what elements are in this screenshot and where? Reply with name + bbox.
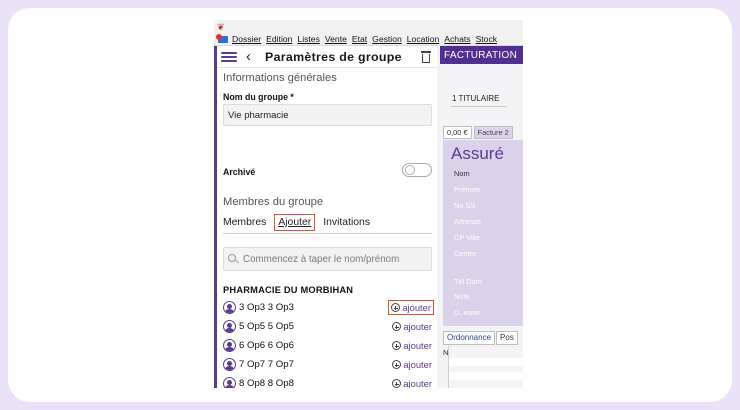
page-background: ❦ Dossier Edition Listes Vente Etat Gest… [0, 0, 740, 410]
menu-edition[interactable]: Edition [266, 34, 292, 44]
menu-vente[interactable]: Vente [325, 34, 347, 44]
insured-title: Assuré [451, 144, 504, 163]
member-row: 8 Op8 8 Op8 ajouter [223, 374, 434, 388]
hamburger-menu-icon[interactable] [221, 50, 237, 64]
add-member-label: ajouter [403, 378, 432, 388]
plus-circle-icon [391, 303, 401, 312]
member-search-box [223, 247, 432, 271]
add-member-button[interactable]: ajouter [390, 319, 434, 334]
member-search-input[interactable] [243, 253, 423, 265]
tab-invoice-amount[interactable]: 0,00 € [443, 126, 472, 139]
add-member-button[interactable]: ajouter [390, 338, 434, 353]
add-member-button[interactable]: ajouter [388, 300, 434, 315]
member-name: 3 Op3 3 Op3 [239, 302, 294, 313]
add-member-label: ajouter [403, 340, 432, 351]
plus-circle-icon [392, 341, 402, 350]
menu-dossier[interactable]: Dossier [232, 34, 261, 44]
panel-header: ‹ Paramètres de groupe [217, 46, 437, 68]
menu-etat[interactable]: Etat [352, 34, 367, 44]
prescription-tabs: Ordonnance Pos [443, 331, 523, 345]
member-row: 7 Op7 7 Op7 ajouter [223, 355, 434, 374]
add-member-label: ajouter [403, 359, 432, 370]
field-note: Note [454, 292, 470, 301]
grid-row [449, 372, 523, 380]
member-row: 5 Op5 5 Op5 ajouter [223, 317, 434, 336]
field-no-ss: No SS [454, 201, 476, 210]
plus-circle-icon [392, 360, 402, 369]
tab-invitations[interactable]: Invitations [320, 215, 373, 230]
member-name: 7 Op7 7 Op7 [239, 359, 294, 370]
user-avatar-icon [223, 377, 236, 388]
archived-label: Archivé [223, 167, 256, 177]
menu-location[interactable]: Location [407, 34, 440, 44]
plus-circle-icon [392, 379, 402, 388]
invoice-tabs: 0,00 € Facture 2 [443, 126, 523, 139]
members-section-title: Membres du groupe [223, 196, 324, 208]
group-settings-panel: ‹ Paramètres de groupe Informations géné… [214, 46, 437, 388]
grid-divider [448, 346, 449, 388]
field-date-visite: D. visite [454, 308, 481, 317]
app-screenshot: ❦ Dossier Edition Listes Vente Etat Gest… [214, 20, 523, 388]
field-centre: Centre [454, 249, 477, 258]
user-avatar-icon [223, 320, 236, 333]
add-member-label: ajouter [402, 302, 431, 313]
back-arrow-icon[interactable]: ‹ [246, 48, 251, 65]
app-menu-bar: ❦ Dossier Edition Listes Vente Etat Gest… [214, 20, 523, 46]
field-tel-dom: Tél Dom [454, 277, 482, 286]
archived-toggle[interactable] [402, 163, 432, 177]
group-name-input[interactable]: Vie pharmacie [223, 104, 432, 126]
billing-window: FACTURATION 1 TITULAIRE 0,00 € Facture 2… [437, 46, 523, 388]
member-name: 5 Op5 5 Op5 [239, 321, 294, 332]
user-avatar-icon [223, 301, 236, 314]
trash-icon[interactable] [421, 50, 431, 63]
mail-icon[interactable] [216, 34, 230, 44]
menu-listes[interactable]: Listes [297, 34, 319, 44]
search-icon [228, 254, 239, 264]
menu-gestion[interactable]: Gestion [372, 34, 402, 44]
titulaire-label[interactable]: 1 TITULAIRE [452, 94, 499, 103]
grid-row [449, 358, 523, 366]
member-list: 3 Op3 3 Op3 ajouter 5 Op5 5 Op5 ajouter [223, 298, 434, 388]
billing-header: FACTURATION [440, 46, 523, 64]
member-row: 6 Op6 6 Op6 ajouter [223, 336, 434, 355]
member-name: 8 Op8 8 Op8 [239, 378, 294, 388]
user-avatar-icon [223, 358, 236, 371]
tab-pos[interactable]: Pos [496, 331, 518, 345]
tab-invoice-2[interactable]: Facture 2 [473, 126, 513, 139]
tab-ordonnance[interactable]: Ordonnance [443, 331, 496, 345]
info-section-title: Informations générales [223, 72, 337, 84]
member-tabs: Membres Ajouter Invitations [223, 212, 432, 234]
tab-membres[interactable]: Membres [223, 215, 269, 230]
titulaire-underline [451, 106, 507, 107]
add-member-button[interactable]: ajouter [390, 376, 434, 388]
plus-circle-icon [392, 322, 402, 331]
field-prenom: Prénom [454, 185, 480, 194]
field-adresse: Adresse [454, 217, 482, 226]
menu-items: Dossier Edition Listes Vente Etat Gestio… [214, 33, 502, 45]
field-cp-ville: CP Ville [454, 233, 481, 242]
add-member-label: ajouter [403, 321, 432, 332]
organization-heading: PHARMACIE DU MORBIHAN [223, 285, 354, 295]
user-avatar-icon [223, 339, 236, 352]
member-row: 3 Op3 3 Op3 ajouter [223, 298, 434, 317]
member-name: 6 Op6 6 Op6 [239, 340, 294, 351]
menu-achats[interactable]: Achats [444, 34, 470, 44]
tab-ajouter[interactable]: Ajouter [274, 214, 316, 231]
app-logo-icon: ❦ [217, 22, 225, 32]
add-member-button[interactable]: ajouter [390, 357, 434, 372]
menu-stock[interactable]: Stock [476, 34, 498, 44]
page-title: Paramètres de groupe [265, 49, 402, 64]
group-name-label: Nom du groupe * [223, 92, 294, 102]
field-nom: Nom [454, 169, 470, 178]
